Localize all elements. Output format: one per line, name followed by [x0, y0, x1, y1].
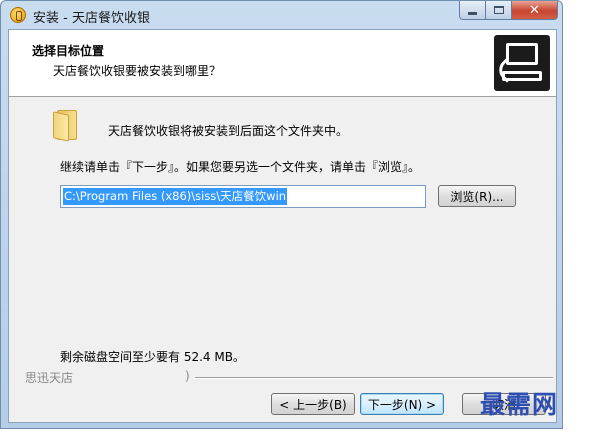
computer-install-icon — [494, 35, 550, 91]
folder-icon — [53, 110, 81, 142]
installer-app-icon — [10, 7, 26, 23]
install-path-value: C:\Program Files (x86)\siss\天店餐饮win — [63, 188, 288, 205]
browse-button[interactable]: 浏览(R)... — [438, 185, 516, 207]
next-button[interactable]: 下一步(N) > — [360, 393, 444, 415]
continue-instructions: 继续请单击『下一步』。如果您要另选一个文件夹，请单击『浏览』。 — [60, 160, 421, 174]
minimize-button[interactable] — [459, 1, 486, 20]
wizard-page: 选择目标位置 天店餐饮收银要被安装到哪里？ 天店餐饮收银将被安装到后面这个文件夹… — [8, 29, 557, 423]
page-title: 选择目标位置 — [32, 44, 105, 58]
close-icon: ✕ — [529, 2, 540, 18]
site-watermark: 最需网 — [480, 390, 559, 419]
window-title: 安装 - 天店餐饮收银 — [33, 11, 150, 26]
back-button[interactable]: < 上一步(B) — [271, 393, 355, 415]
window-controls: ✕ — [459, 1, 558, 21]
install-location-text: 天店餐饮收银将被安装到后面这个文件夹中。 — [108, 124, 349, 138]
disk-space-requirement: 剩余磁盘空间至少要有 52.4 MB。 — [60, 350, 245, 364]
title-bar[interactable]: 安装 - 天店餐饮收银 ✕ — [1, 1, 562, 29]
footer-separator — [195, 377, 553, 379]
brand-bracket: ) — [185, 369, 190, 383]
page-subtitle: 天店餐饮收银要被安装到哪里？ — [53, 64, 222, 78]
installer-window: 安装 - 天店餐饮收银 ✕ 选择目标位置 天店餐饮收银要被安装到哪里？ 天店餐饮… — [0, 0, 563, 429]
maximize-icon — [493, 6, 504, 14]
maximize-button[interactable] — [486, 1, 512, 20]
brand-label: 思迅天店 — [25, 371, 74, 385]
minimize-icon — [468, 11, 477, 15]
wizard-header: 选择目标位置 天店餐饮收银要被安装到哪里？ — [9, 30, 556, 97]
install-path-input[interactable]: C:\Program Files (x86)\siss\天店餐饮win — [60, 185, 426, 208]
close-button[interactable]: ✕ — [512, 1, 558, 20]
